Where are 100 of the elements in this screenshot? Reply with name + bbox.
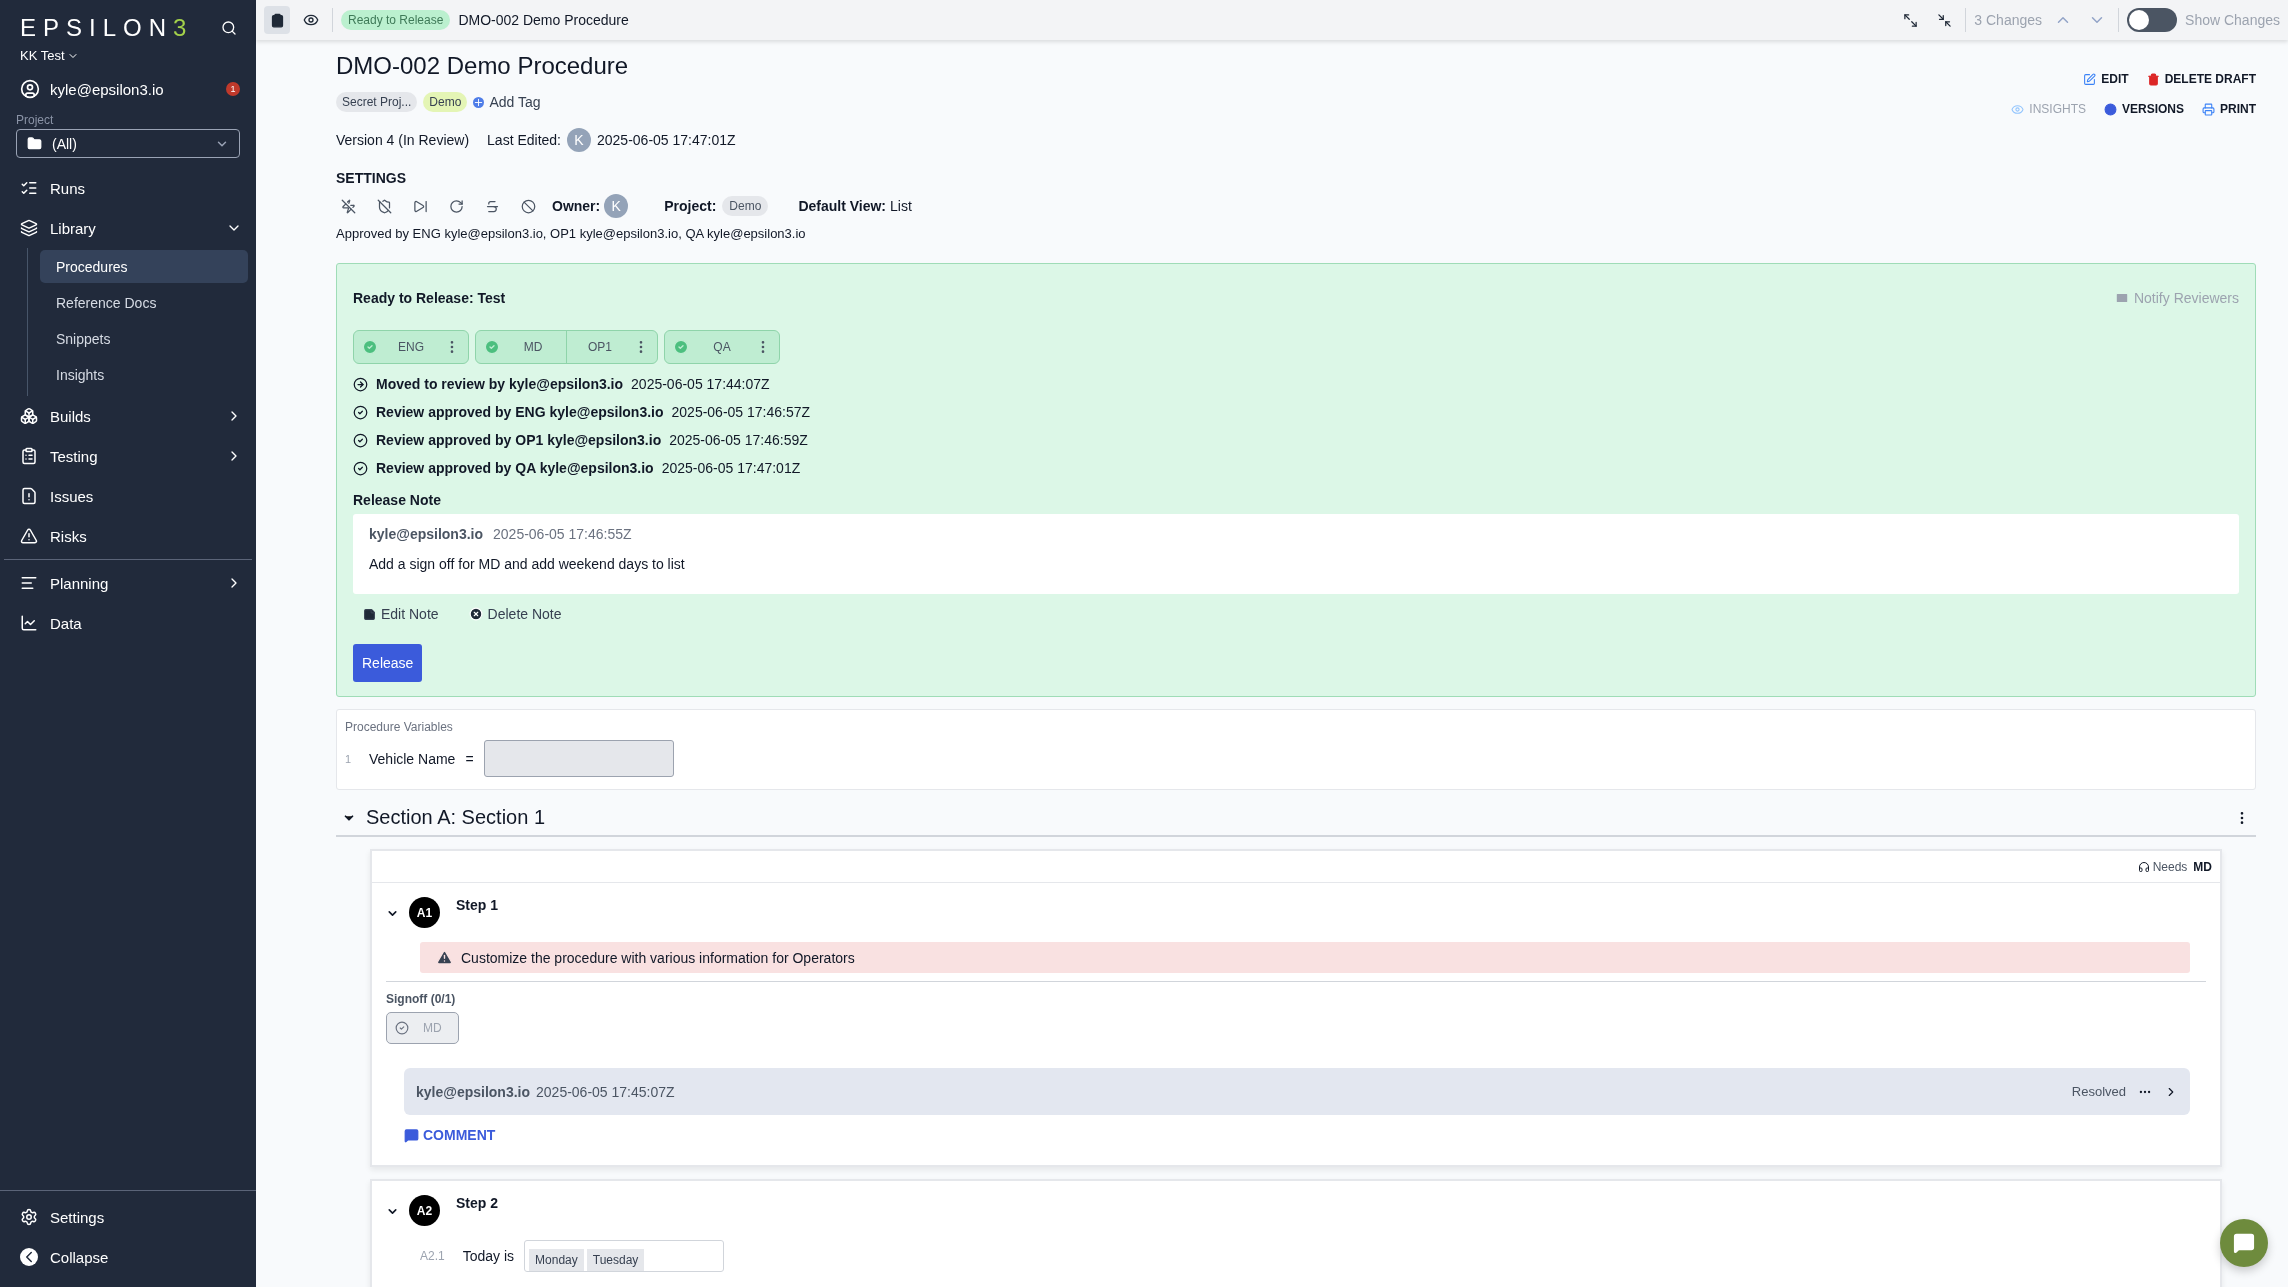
nav-icon [20, 574, 38, 592]
project-label: Project [15, 112, 55, 129]
user-email[interactable]: kyle@epsilon3.io [50, 80, 164, 98]
chat-button[interactable] [2220, 1219, 2268, 1267]
speech-bubble-icon [2233, 1232, 2255, 1254]
project-chip: Demo [722, 196, 769, 216]
multi-select-field[interactable]: Monday Tuesday [524, 1240, 725, 1272]
section-title: Section A: Section 1 [366, 806, 545, 829]
status-badge: Ready to Release [341, 10, 451, 30]
show-changes-label: Show Changes [2185, 12, 2280, 28]
default-view-label: Default View: [798, 198, 887, 214]
chevron-left-icon [20, 1248, 38, 1266]
nav-icon [20, 219, 38, 237]
printer-icon [2202, 102, 2215, 116]
nav-item[interactable]: Risks [0, 516, 256, 556]
note-author: kyle@epsilon3.io [369, 526, 484, 542]
comment-button[interactable]: COMMENT [404, 1127, 496, 1143]
last-edited-label: Last Edited: [487, 132, 561, 148]
nav-subitem[interactable]: Reference Docs [40, 286, 248, 319]
print-link[interactable]: PRINT [2202, 102, 2256, 116]
release-title: Ready to Release: Test [353, 290, 506, 306]
step-title: Step 2 [456, 1195, 498, 1211]
log-time: 2025-06-05 17:44:07Z [631, 376, 770, 392]
plus-icon [473, 96, 485, 108]
nav-icon [20, 487, 38, 505]
avatar: K [604, 194, 629, 218]
last-edited-time: 2025-06-05 17:47:01Z [597, 132, 736, 148]
nav-icon [20, 527, 38, 545]
changes-count: 3 Changes [1974, 12, 2043, 28]
nav-subitem[interactable]: Snippets [40, 322, 248, 355]
pencil-icon [2083, 72, 2097, 86]
log-text: Review approved by QA kyle@epsilon3.io [376, 460, 654, 476]
nav-icon [20, 179, 38, 197]
log-time: 2025-06-05 17:46:57Z [671, 404, 811, 420]
selected-option: Monday [529, 1249, 584, 1271]
collapse-item[interactable]: Collapse [0, 1237, 256, 1277]
settings-heading: SETTINGS [336, 170, 407, 186]
step-badge: A1 [409, 897, 440, 928]
nav-item[interactable]: Runs [0, 168, 256, 208]
check-circle-icon [353, 460, 368, 476]
variable-input[interactable] [483, 740, 674, 777]
comment-status: Resolved [2071, 1084, 2126, 1099]
note-time: 2025-06-05 17:46:55Z [493, 526, 632, 542]
page-title: DMO-002 Demo Procedure [336, 51, 630, 81]
release-button[interactable]: Release [353, 644, 423, 682]
nav-item[interactable]: Library [0, 208, 256, 248]
edit-note-button[interactable]: Edit Note [363, 606, 439, 622]
clipboard-icon[interactable] [264, 6, 290, 34]
comment-time: 2025-06-05 17:45:07Z [536, 1083, 675, 1100]
log-text: Moved to review by kyle@epsilon3.io [376, 376, 624, 392]
delete-link[interactable]: DELETE DRAFT [2146, 72, 2256, 86]
nav-item[interactable]: Builds [0, 396, 256, 436]
log-time: 2025-06-05 17:46:59Z [669, 432, 808, 448]
reviewer-role: ENG [397, 340, 425, 354]
row-number: 1 [345, 752, 353, 765]
reviewer-role: OP1 [587, 340, 613, 354]
versions-link[interactable]: VERSIONS [2104, 102, 2184, 116]
equals-sign: = [465, 750, 474, 767]
release-note-label: Release Note [353, 492, 442, 508]
check-circle-icon [353, 404, 368, 420]
nav-icon [20, 447, 38, 465]
variable-name: Vehicle Name [369, 750, 456, 767]
add-tag-button[interactable]: Add Tag [473, 94, 541, 110]
nav-item[interactable]: Issues [0, 476, 256, 516]
folder-icon [27, 136, 42, 151]
show-changes-toggle[interactable] [2127, 8, 2178, 32]
nav-subitem[interactable]: Procedures [40, 250, 248, 283]
reviewer-role: QA [712, 340, 732, 354]
version-label: Version 4 (In Review) [336, 132, 470, 148]
close-circle-icon [468, 607, 483, 621]
item-number: A2.1 [420, 1249, 445, 1263]
note-body: Add a sign off for MD and add weekend days to list [369, 556, 686, 572]
log-text: Review approved by ENG kyle@epsilon3.io [376, 404, 664, 420]
delete-note-button[interactable]: Delete Note [468, 606, 562, 622]
tag[interactable]: Secret Proj... [336, 92, 418, 112]
reviewer-role: MD [522, 340, 544, 354]
project-select[interactable]: (All) [16, 129, 240, 158]
headset-icon [2137, 860, 2150, 873]
needs-label: Needs [2152, 859, 2188, 874]
nav-item[interactable]: Testing [0, 436, 256, 476]
selected-option: Tuesday [586, 1249, 645, 1271]
check-circle-icon [353, 432, 368, 448]
nav-icon [20, 407, 38, 425]
trash-icon [2146, 72, 2160, 86]
variables-title: Procedure Variables [345, 720, 454, 734]
note-icon [363, 607, 376, 621]
check-circle-icon [395, 1021, 409, 1035]
eye-icon [2011, 102, 2025, 116]
user-icon [20, 79, 40, 99]
needs-role: MD [2193, 859, 2212, 874]
notification-badge: 1 [226, 82, 240, 96]
avatar: K [567, 128, 591, 152]
edit-link[interactable]: EDIT [2083, 72, 2129, 86]
workspace-switcher[interactable]: KK Test [0, 42, 256, 63]
tag[interactable]: Demo [423, 92, 468, 112]
settings-item[interactable]: Settings [0, 1197, 256, 1237]
nav-subitem[interactable]: Insights [40, 358, 248, 391]
nav-item[interactable]: Data [0, 603, 256, 643]
owner-label: Owner: [552, 198, 601, 214]
nav-item[interactable]: Planning [0, 563, 256, 603]
